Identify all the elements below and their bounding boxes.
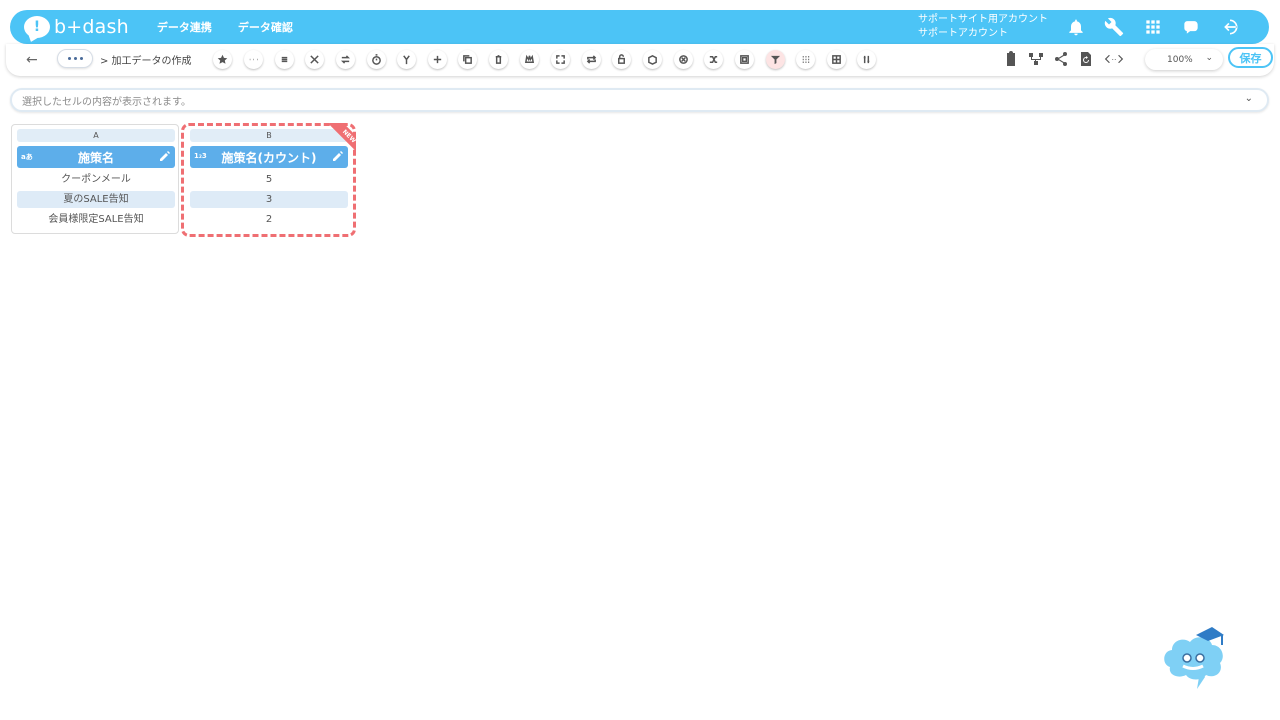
wrench-icon[interactable] <box>1102 16 1126 38</box>
support-chat-icon[interactable] <box>1179 16 1203 38</box>
list-icon[interactable] <box>275 50 294 69</box>
copy-icon[interactable] <box>458 50 477 69</box>
filter-icon[interactable] <box>766 50 785 69</box>
table-cell[interactable]: 夏のSALE告知 <box>17 191 175 208</box>
account-name: サポートサイト用アカウント <box>918 14 1048 25</box>
zoom-select[interactable]: 100% ⌄ <box>1145 49 1223 70</box>
plus-icon[interactable] <box>428 50 447 69</box>
share-icon[interactable] <box>1052 50 1070 68</box>
breadcrumb: > 加工データの作成 <box>100 56 192 67</box>
hierarchy-icon[interactable] <box>1027 50 1045 68</box>
apps-grid-icon[interactable] <box>1141 16 1165 38</box>
shuffle-icon[interactable] <box>704 50 723 69</box>
text-type-icon: aあ <box>21 153 33 161</box>
logo-text: b+dash <box>54 16 129 38</box>
cell-content-bar[interactable]: 選択したセルの内容が表示されます。 ⌄ <box>10 88 1269 112</box>
timer-icon[interactable] <box>367 50 386 69</box>
columns-icon[interactable] <box>857 50 876 69</box>
clipboard-icon[interactable] <box>1002 50 1020 68</box>
frame-icon[interactable] <box>735 50 754 69</box>
new-badge: NEW <box>322 123 356 157</box>
edit-pencil-icon[interactable] <box>159 150 171 162</box>
crown-icon[interactable] <box>520 50 539 69</box>
logo-bubble-icon: ! <box>24 16 50 38</box>
expand-icon[interactable] <box>551 50 570 69</box>
new-badge-label: NEW <box>328 123 356 157</box>
lock-icon[interactable] <box>612 50 631 69</box>
refresh-doc-icon[interactable] <box>1077 50 1095 68</box>
swap-icon[interactable] <box>336 50 355 69</box>
chevron-down-icon[interactable]: ⌄ <box>1245 93 1253 104</box>
column-letter[interactable]: A <box>17 129 175 142</box>
toolbar: ← > 加工データの作成 100% ⌄ 保存 <box>6 44 1274 76</box>
column-a: A aあ 施策名 クーポンメール 夏のSALE告知 会員様限定SALE告知 <box>17 129 175 228</box>
cut-icon[interactable] <box>305 50 324 69</box>
more-icon[interactable] <box>244 50 263 69</box>
zoom-value: 100% <box>1167 54 1193 65</box>
mascot-helper-icon[interactable] <box>1160 625 1228 691</box>
chevron-down-icon: ⌄ <box>1205 53 1213 63</box>
column-name: 施策名 <box>77 150 114 165</box>
table-cell[interactable]: 会員様限定SALE告知 <box>17 211 175 228</box>
save-button[interactable]: 保存 <box>1228 47 1273 68</box>
table-icon[interactable] <box>827 50 846 69</box>
app-logo[interactable]: ! b+dash <box>24 10 129 44</box>
branch-icon[interactable] <box>397 50 416 69</box>
close-circle-icon[interactable] <box>674 50 693 69</box>
account-info[interactable]: サポートサイト用アカウント サポートアカウント <box>918 13 1048 41</box>
trash-icon[interactable] <box>489 50 508 69</box>
nav-data-check[interactable]: データ確認 <box>238 19 293 35</box>
code-icon[interactable] <box>1102 50 1126 68</box>
nav-data-link[interactable]: データ連携 <box>157 19 212 35</box>
back-arrow-icon[interactable]: ← <box>26 52 38 68</box>
grid-dots-icon[interactable] <box>796 50 815 69</box>
box-icon[interactable] <box>643 50 662 69</box>
bell-icon[interactable] <box>1064 16 1088 38</box>
breadcrumb-more-button[interactable] <box>57 49 93 68</box>
account-user: サポートアカウント <box>918 28 1008 39</box>
top-bar: ! b+dash データ連携 データ確認 サポートサイト用アカウント サポートア… <box>10 10 1269 44</box>
repeat-icon[interactable] <box>582 50 601 69</box>
column-header[interactable]: aあ 施策名 <box>17 146 175 168</box>
star-icon[interactable] <box>213 50 232 69</box>
logout-icon[interactable] <box>1218 16 1242 38</box>
cell-content-placeholder: 選択したセルの内容が表示されます。 <box>22 96 191 108</box>
table-cell[interactable]: クーポンメール <box>17 171 175 188</box>
